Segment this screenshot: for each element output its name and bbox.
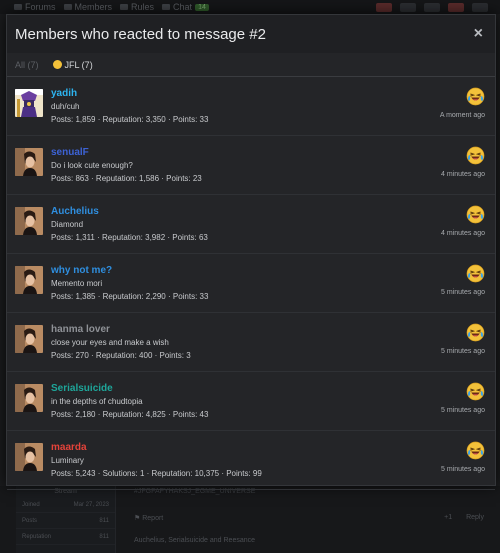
member-row: senualF Do i look cute enough? Posts: 86… (7, 136, 495, 195)
members-icon (63, 4, 72, 10)
bg-report-link: ⚑ Report (134, 515, 164, 522)
member-reaction: 4 minutes ago (415, 205, 485, 237)
member-name[interactable]: hanma lover (51, 324, 191, 336)
reaction-time: 5 minutes ago (441, 466, 485, 473)
member-reaction: A moment ago (415, 87, 485, 119)
avatar[interactable] (15, 89, 43, 117)
member-title: Diamond (51, 220, 84, 229)
background-nav-bar: Forums Members Rules Chat 14 (0, 0, 500, 14)
member-title: close your eyes and make a wish (51, 338, 169, 347)
member-stats: Posts: 1,311 · Reputation: 3,982 · Point… (51, 233, 208, 242)
member-info: maarda Luminary Posts: 5,243 · Solutions… (51, 442, 262, 479)
chat-count-badge: 14 (195, 3, 209, 11)
bg-post-actions: +1 Reply (444, 514, 484, 521)
search-icon (472, 2, 488, 12)
member-row: hanma lover close your eyes and make a w… (7, 313, 495, 372)
bg-reply-action: Reply (466, 514, 484, 521)
bg-like-action: +1 (444, 514, 453, 521)
member-info: Serialsuicide in the depths of chudtopia… (51, 383, 208, 420)
bg-nav-members: Members (63, 2, 112, 12)
member-info: why not me? Memento mori Posts: 1,385 · … (51, 265, 208, 302)
member-list: yadih duh/cuh Posts: 1,859 · Reputation:… (7, 77, 495, 490)
member-info: hanma lover close your eyes and make a w… (51, 324, 191, 361)
laughing-crying-emoji-icon (466, 382, 485, 401)
member-name[interactable]: senualF (51, 147, 202, 159)
member-reaction: 5 minutes ago (415, 441, 485, 473)
close-icon[interactable]: × (474, 26, 483, 42)
member-title: Memento mori (51, 279, 103, 288)
member-name[interactable]: why not me? (51, 265, 208, 277)
member-stats: Posts: 5,243 · Solutions: 1 · Reputation… (51, 469, 262, 478)
member-title: Do i look cute enough? (51, 161, 133, 170)
reaction-time: 5 minutes ago (441, 348, 485, 355)
member-reaction: 4 minutes ago (415, 146, 485, 178)
laughing-crying-emoji-icon (466, 146, 485, 165)
avatar[interactable] (15, 325, 43, 353)
member-stats: Posts: 270 · Reputation: 400 · Points: 3 (51, 351, 191, 360)
member-row: yadih duh/cuh Posts: 1,859 · Reputation:… (7, 77, 495, 136)
member-row: Serialsuicide in the depths of chudtopia… (7, 372, 495, 431)
chat-icon (162, 4, 171, 10)
reaction-tabs: All (7) JFL (7) (7, 53, 495, 77)
avatar[interactable] (15, 148, 43, 176)
member-title: duh/cuh (51, 102, 80, 111)
tab-all[interactable]: All (7) (15, 53, 39, 77)
member-name[interactable]: yadih (51, 88, 208, 100)
member-reaction: 5 minutes ago (415, 264, 485, 296)
member-row: Auchelius Diamond Posts: 1,311 · Reputat… (7, 195, 495, 254)
reaction-time: A moment ago (439, 112, 485, 119)
modal-title: Members who reacted to message #2 (15, 25, 266, 43)
member-reaction: 5 minutes ago (415, 382, 485, 414)
bg-nav-forums: Forums (14, 2, 56, 12)
laughing-crying-emoji-icon (466, 264, 485, 283)
member-name[interactable]: Auchelius (51, 206, 208, 218)
member-title: Luminary (51, 456, 84, 465)
forums-icon (14, 4, 22, 10)
avatar[interactable] (15, 266, 43, 294)
member-row: why not me? Memento mori Posts: 1,385 · … (7, 254, 495, 313)
bell-icon (448, 2, 464, 12)
modal-header: Members who reacted to message #2 × (7, 15, 495, 53)
member-reaction: 5 minutes ago (415, 323, 485, 355)
avatar-icon (376, 2, 392, 12)
alerts-icon (424, 2, 440, 12)
member-info: Auchelius Diamond Posts: 1,311 · Reputat… (51, 206, 208, 243)
bg-nav-user-tools (376, 2, 500, 12)
avatar[interactable] (15, 384, 43, 412)
member-stats: Posts: 1,385 · Reputation: 2,290 · Point… (51, 292, 209, 301)
tab-jfl[interactable]: JFL (7) (52, 53, 93, 77)
bg-reaction-summary: Auchelius, Serialsuicide and Reesance (134, 537, 256, 544)
bg-sidebar-row: Posts 811 (16, 513, 115, 529)
laughing-crying-emoji-icon (466, 87, 485, 106)
reaction-time: 5 minutes ago (441, 289, 485, 296)
reactions-modal: Members who reacted to message #2 × All … (6, 14, 496, 490)
laughing-crying-emoji-icon (52, 60, 62, 69)
rules-icon (120, 4, 129, 10)
member-stats: Posts: 1,859 · Reputation: 3,350 · Point… (51, 115, 209, 124)
background-user-sidebar: Stream Joined Mar 27, 2023 Posts 811 Reput… (16, 486, 116, 553)
reaction-time: 4 minutes ago (441, 230, 485, 237)
member-name[interactable]: Serialsuicide (51, 383, 208, 395)
member-stats: Posts: 863 · Reputation: 1,586 · Points:… (51, 174, 202, 183)
bg-sidebar-row: Joined Mar 27, 2023 (16, 497, 115, 513)
bg-nav-rules: Rules (120, 2, 154, 12)
tab-jfl-label: JFL (7) (64, 59, 93, 70)
bg-nav-chat: Chat 14 (162, 2, 209, 12)
member-row: maarda Luminary Posts: 5,243 · Solutions… (7, 431, 495, 490)
reaction-time: 5 minutes ago (441, 407, 485, 414)
avatar[interactable] (15, 207, 43, 235)
inbox-icon (400, 2, 416, 12)
laughing-crying-emoji-icon (466, 205, 485, 224)
member-name[interactable]: maarda (51, 442, 262, 454)
member-info: yadih duh/cuh Posts: 1,859 · Reputation:… (51, 88, 208, 125)
reaction-time: 4 minutes ago (441, 171, 485, 178)
member-info: senualF Do i look cute enough? Posts: 86… (51, 147, 202, 184)
laughing-crying-emoji-icon (466, 441, 485, 460)
avatar[interactable] (15, 443, 43, 471)
member-stats: Posts: 2,180 · Reputation: 4,825 · Point… (51, 410, 209, 419)
member-title: in the depths of chudtopia (51, 397, 143, 406)
laughing-crying-emoji-icon (466, 323, 485, 342)
bg-sidebar-row: Reputation 811 (16, 529, 115, 545)
